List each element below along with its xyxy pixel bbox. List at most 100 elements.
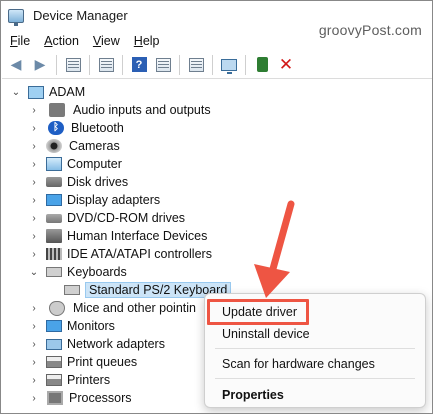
tree-item-bluetooth[interactable]: › ᛒ Bluetooth (28, 119, 124, 137)
tree-item-computer[interactable]: › Computer (28, 155, 122, 173)
tree-item-label: IDE ATA/ATAPI controllers (67, 247, 212, 261)
tree-item-label: Mice and other pointin (73, 301, 196, 315)
toolbar-separator (122, 54, 123, 75)
chevron-right-icon[interactable]: › (28, 105, 40, 116)
tree-item-disk-drives[interactable]: › Disk drives (28, 173, 128, 191)
speaker-icon (49, 103, 65, 117)
keyboard-icon (46, 267, 62, 277)
computer-icon (46, 157, 62, 171)
properties-icon[interactable] (63, 55, 83, 75)
enable-device-icon[interactable] (252, 55, 272, 75)
tree-item-label: Audio inputs and outputs (73, 103, 211, 117)
tree-root[interactable]: ⌄ ADAM (10, 83, 85, 101)
tree-item-printers[interactable]: › Printers (28, 371, 110, 389)
tree-item-label: Display adapters (67, 193, 161, 207)
chevron-right-icon[interactable]: › (28, 339, 40, 350)
menu-separator (215, 378, 415, 379)
tree-item-ide[interactable]: › IDE ATA/ATAPI controllers (28, 245, 212, 263)
tree-item-label: Monitors (67, 319, 115, 333)
forward-arrow-icon[interactable]: ▶ (30, 55, 50, 75)
dvd-icon (46, 213, 62, 223)
back-arrow-icon[interactable]: ◀ (6, 55, 26, 75)
menu-properties[interactable]: Properties (222, 388, 284, 402)
computer-icon (28, 85, 44, 99)
ide-icon (46, 248, 62, 260)
bluetooth-icon: ᛒ (48, 121, 64, 135)
tree-item-dvd[interactable]: › DVD/CD-ROM drives (28, 209, 185, 227)
list-icon[interactable] (96, 55, 116, 75)
watermark: groovyPost.com (318, 22, 422, 38)
chevron-right-icon[interactable]: › (28, 213, 40, 224)
tree-item-label: DVD/CD-ROM drives (67, 211, 186, 225)
device-manager-icon (8, 8, 24, 26)
tree-item-hid[interactable]: › Human Interface Devices (28, 227, 207, 245)
chevron-right-icon[interactable]: › (28, 123, 40, 134)
scan-icon[interactable] (186, 55, 206, 75)
view-icon[interactable] (153, 55, 173, 75)
disk-icon (46, 177, 62, 187)
help-icon[interactable]: ? (129, 55, 149, 75)
chevron-right-icon[interactable]: › (28, 249, 40, 260)
keyboard-icon (64, 285, 80, 295)
chevron-right-icon[interactable]: › (28, 321, 40, 332)
annotation-highlight-box (207, 299, 309, 325)
camera-icon (46, 139, 62, 153)
monitor-icon[interactable] (219, 55, 239, 75)
tree-item-label: Processors (69, 391, 132, 405)
menu-action[interactable]: Action (36, 34, 85, 48)
tree-item-network-adapters[interactable]: › Network adapters (28, 335, 165, 353)
window-title: Device Manager (33, 8, 128, 23)
toolbar-separator (212, 54, 213, 75)
menu-scan-hardware[interactable]: Scan for hardware changes (222, 357, 375, 371)
menu-file[interactable]: File (2, 34, 36, 48)
tree-item-display-adapters[interactable]: › Display adapters (28, 191, 160, 209)
chevron-right-icon[interactable]: › (28, 195, 40, 206)
tree-item-label: Computer (67, 157, 122, 171)
chevron-right-icon[interactable]: › (28, 141, 40, 152)
tree-item-label: Printers (67, 373, 111, 387)
tree-item-print-queues[interactable]: › Print queues (28, 353, 137, 371)
toolbar-separator (245, 54, 246, 75)
tree-item-label: Bluetooth (71, 121, 124, 135)
tree-item-cameras[interactable]: › Cameras (28, 137, 120, 155)
menu-uninstall-device[interactable]: Uninstall device (222, 327, 310, 341)
chevron-down-icon[interactable]: ⌄ (28, 267, 40, 278)
hid-icon (46, 229, 62, 243)
tree-item-processors[interactable]: › Processors (28, 389, 132, 407)
tree-item-keyboards[interactable]: ⌄ Keyboards (28, 263, 127, 281)
monitor-icon (46, 320, 62, 332)
processor-icon (47, 391, 63, 405)
tree-item-label: Network adapters (67, 337, 165, 351)
printer-icon (46, 374, 62, 386)
display-adapter-icon (46, 194, 62, 206)
menu-help[interactable]: Help (126, 34, 166, 48)
print-queue-icon (46, 356, 62, 368)
tree-item-monitors[interactable]: › Monitors (28, 317, 115, 335)
chevron-right-icon[interactable]: › (28, 231, 40, 242)
chevron-right-icon[interactable]: › (28, 303, 40, 314)
chevron-right-icon[interactable]: › (28, 393, 40, 404)
mouse-icon (49, 300, 65, 316)
tree-root-label: ADAM (49, 85, 86, 99)
device-manager-window: Device Manager groovyPost.com File Actio… (0, 0, 433, 414)
toolbar: ◀ ▶ ? ✕ (2, 51, 432, 79)
chevron-right-icon[interactable]: › (28, 159, 40, 170)
chevron-right-icon[interactable]: › (28, 357, 40, 368)
tree-item-label: Disk drives (67, 175, 129, 189)
tree-item-label: Human Interface Devices (67, 229, 208, 243)
toolbar-separator (89, 54, 90, 75)
chevron-right-icon[interactable]: › (28, 375, 40, 386)
tree-item-label: Cameras (69, 139, 120, 153)
menu-bar: File Action View Help (2, 31, 166, 51)
annotation-arrow-icon (254, 200, 295, 298)
menu-separator (215, 348, 415, 349)
tree-item-audio[interactable]: › Audio inputs and outputs (28, 101, 211, 119)
tree-item-mice[interactable]: › Mice and other pointin (28, 299, 196, 317)
tree-item-label: Print queues (67, 355, 138, 369)
uninstall-x-icon[interactable]: ✕ (276, 55, 296, 75)
chevron-down-icon[interactable]: ⌄ (10, 87, 22, 98)
tree-item-label: Keyboards (67, 265, 127, 279)
menu-view[interactable]: View (85, 34, 126, 48)
toolbar-separator (56, 54, 57, 75)
chevron-right-icon[interactable]: › (28, 177, 40, 188)
